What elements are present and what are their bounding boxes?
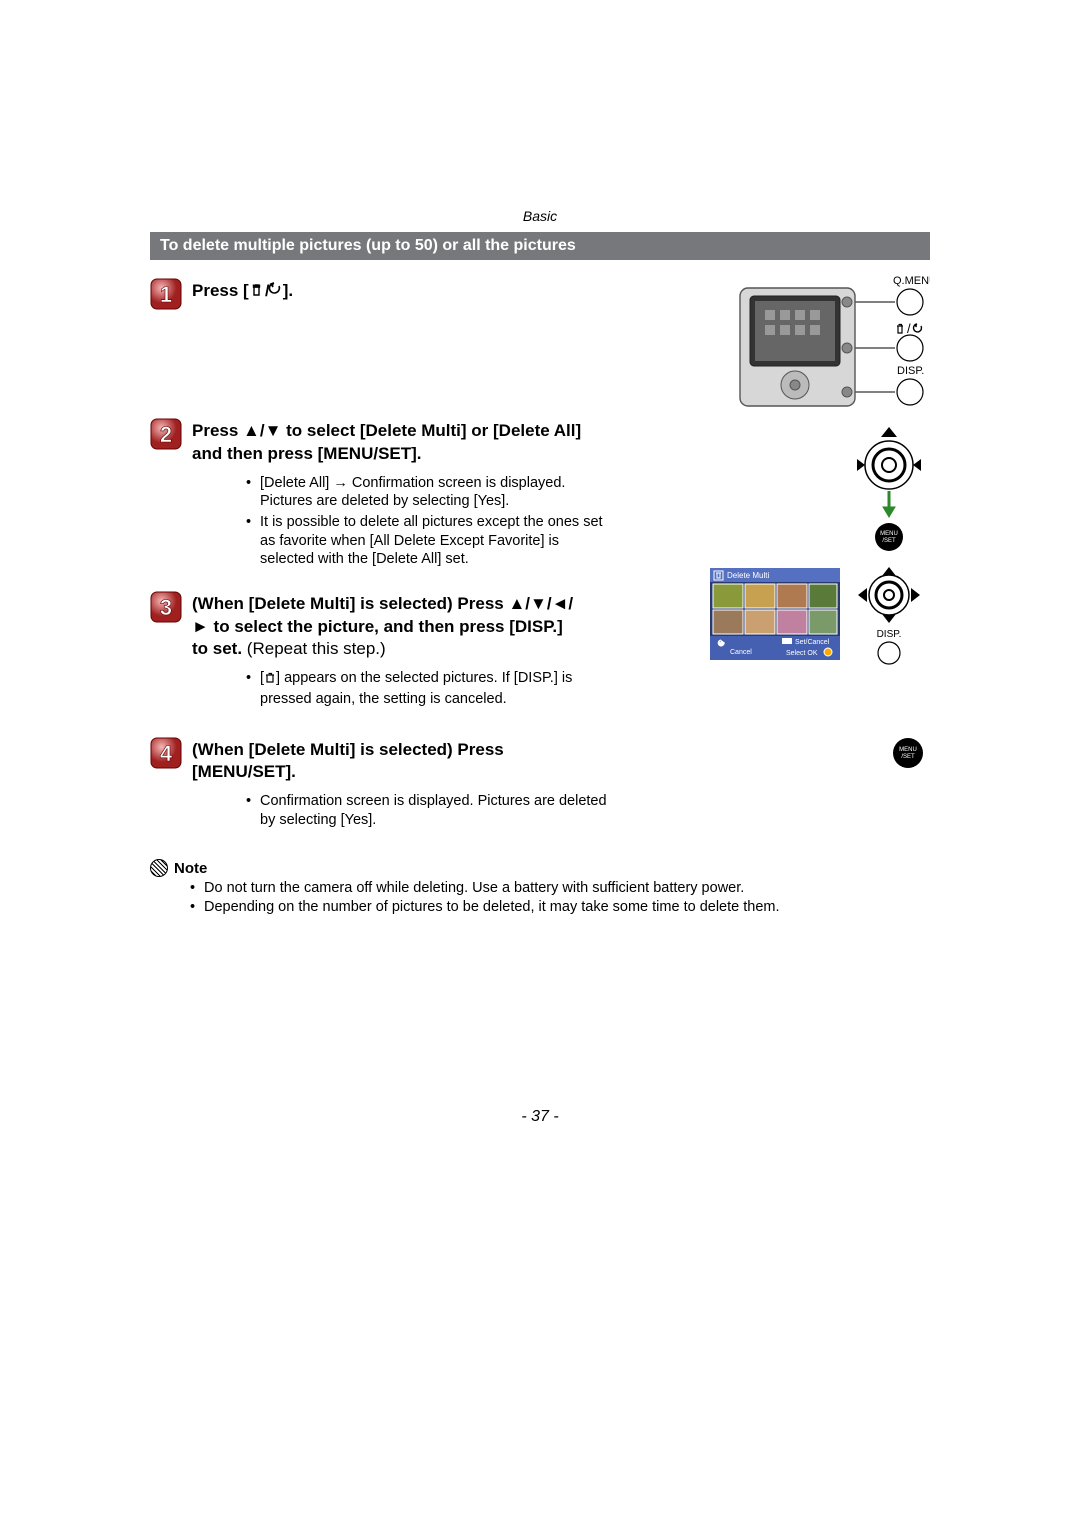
step-number-2: 2 [150, 418, 182, 450]
step-3-bullets: [] appears on the selected pictures. If … [220, 669, 577, 708]
trash-return-label-icon: / [897, 321, 922, 336]
qmenu-label: Q.MENU [893, 275, 930, 287]
note-heading: Note [150, 859, 930, 877]
step-number-1: 1 [150, 278, 182, 310]
step-4-bullets: Confirmation screen is displayed. Pictur… [220, 792, 612, 829]
step-2-title: Press ▲/▼ to select [Delete Multi] or [D… [192, 420, 612, 466]
svg-text:/SET: /SET [882, 538, 896, 544]
svg-text:2: 2 [160, 422, 172, 447]
svg-text:/: / [907, 321, 911, 336]
step-4: 4 (When [Delete Multi] is selected) Pres… [150, 739, 930, 832]
disp-label: DISP. [897, 365, 924, 377]
breadcrumb: Basic [150, 208, 930, 224]
svg-text:Cancel: Cancel [730, 649, 752, 656]
svg-text:MENU: MENU [880, 531, 898, 537]
dpad-illustration-1: MENU /SET [848, 425, 930, 559]
section-title-bar: To delete multiple pictures (up to 50) o… [150, 232, 930, 260]
page-number: - 37 - [0, 1108, 1080, 1126]
thumbnail-screen-illustration: Delete Multi Cancel Set/Cancel Select OK [710, 568, 840, 664]
svg-text:Set/Cancel: Set/Cancel [795, 639, 830, 646]
step-number-3: 3 [150, 591, 182, 623]
dpad-illustration-2: DISP. [850, 565, 928, 669]
trash-icon [264, 671, 276, 690]
step-4-title: (When [Delete Multi] is selected) Press … [192, 739, 612, 785]
trash-return-icon: / [249, 282, 283, 305]
step-2: 2 Press ▲/▼ to select [Delete Multi] or … [150, 420, 930, 571]
svg-text:MENU: MENU [899, 747, 917, 753]
step-2-bullets: [Delete All] → Confirmation screen is di… [220, 474, 612, 569]
step-number-4: 4 [150, 737, 182, 769]
svg-text:4: 4 [160, 741, 173, 766]
note-icon [150, 859, 168, 877]
svg-text:Delete Multi: Delete Multi [727, 571, 769, 580]
svg-text:DISP.: DISP. [877, 629, 902, 640]
camera-illustration: Q.MENU / DISP. [735, 270, 930, 419]
step-3-title: (When [Delete Multi] is selected) Press … [192, 593, 577, 662]
svg-text:/SET: /SET [901, 754, 915, 760]
menu-set-button-illustration: MENU /SET [888, 733, 928, 777]
note-list: Do not turn the camera off while deletin… [150, 879, 930, 916]
svg-text:Select OK: Select OK [786, 650, 818, 657]
svg-text:3: 3 [160, 595, 172, 620]
svg-text:1: 1 [160, 282, 172, 307]
